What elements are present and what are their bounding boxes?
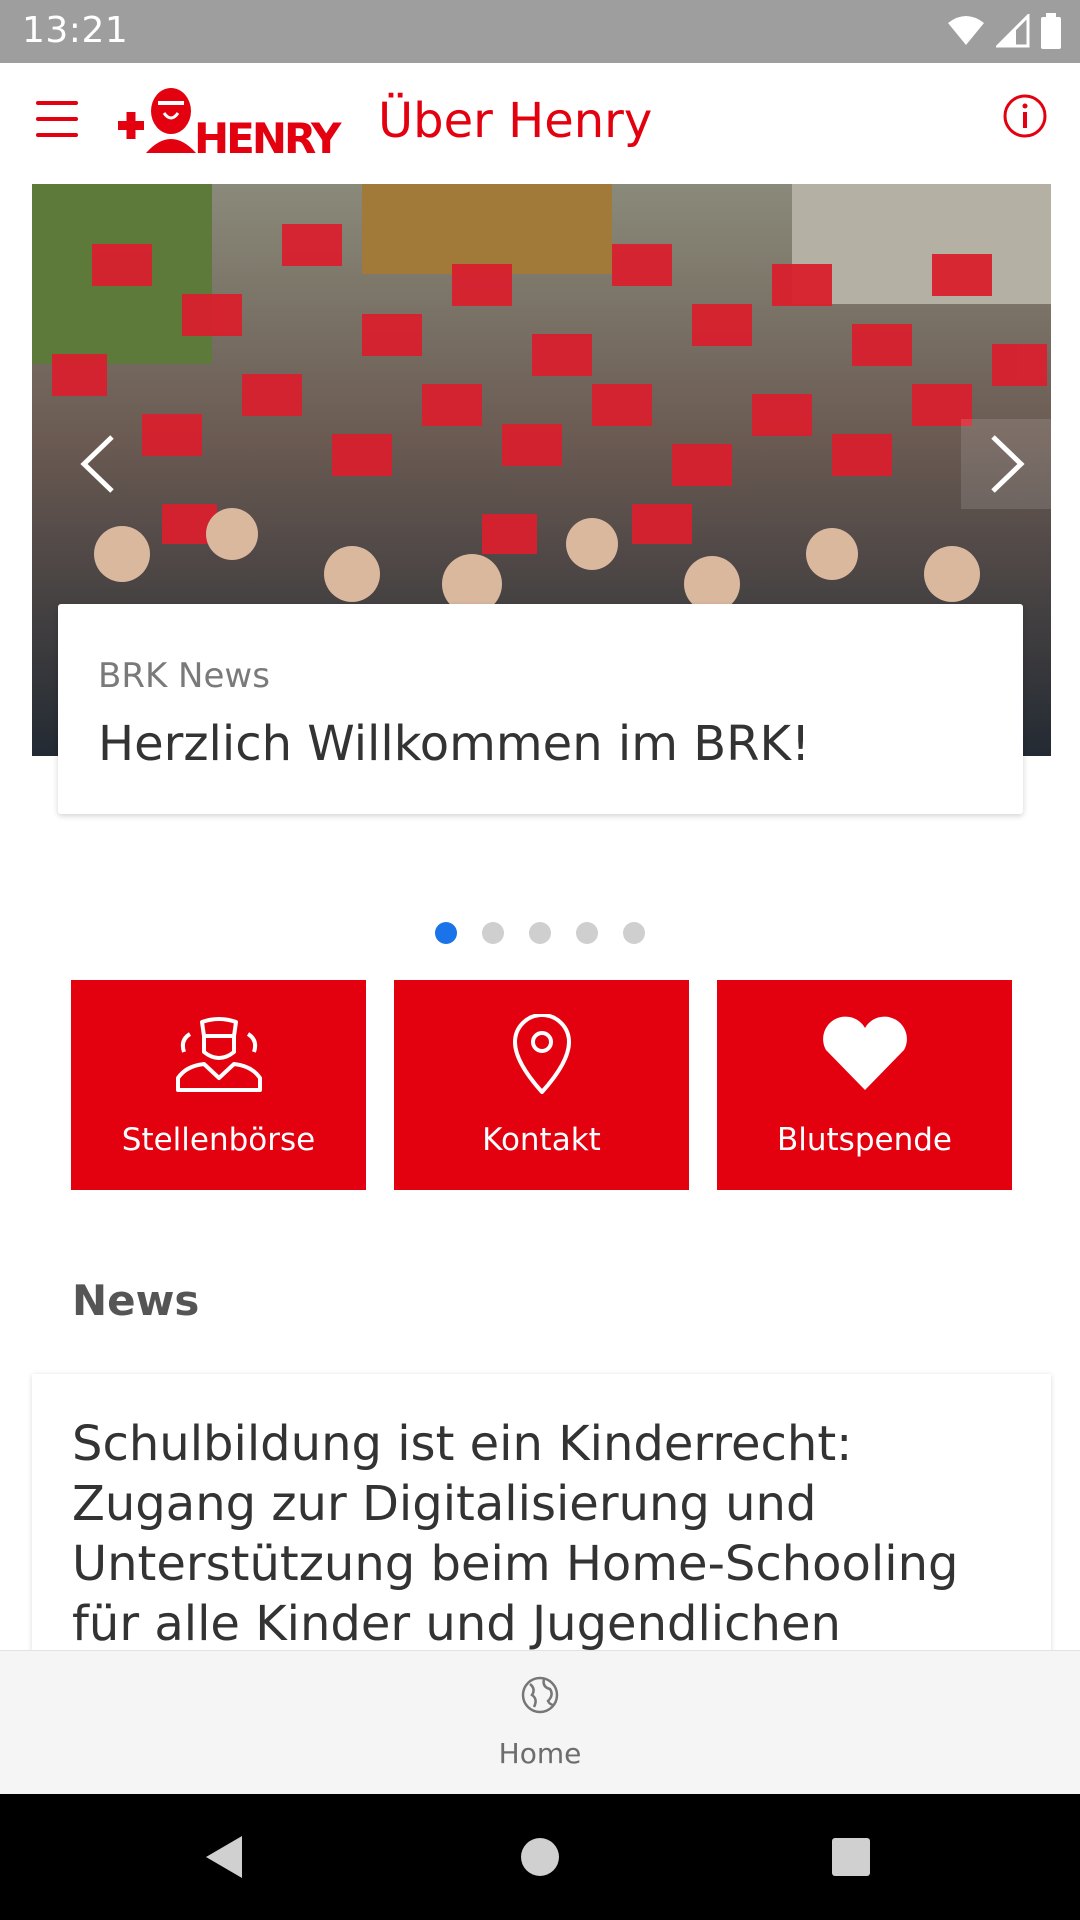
news-section-title: News [72, 1276, 200, 1325]
page-title: Über Henry [378, 93, 653, 149]
battery-icon [1041, 13, 1061, 49]
news-article-card[interactable]: Schulbildung ist ein Kinderrecht: Zugang… [32, 1374, 1051, 1674]
bottom-navigation: Home [0, 1650, 1080, 1794]
news-card-title: Herzlich Willkommen im BRK! [98, 716, 811, 772]
status-time: 13:21 [22, 10, 129, 51]
news-card-source: BRK News [98, 656, 270, 696]
signal-icon [996, 14, 1030, 48]
system-navigation-bar [0, 1794, 1080, 1920]
info-icon[interactable] [1002, 93, 1048, 139]
back-icon[interactable] [200, 1832, 250, 1882]
menu-button[interactable] [36, 101, 78, 137]
app-bar: HENRY Über Henry [0, 63, 1080, 178]
carousel-next-icon[interactable] [961, 419, 1051, 509]
tile-label: Kontakt [482, 1122, 601, 1158]
henry-logo[interactable]: HENRY [116, 81, 352, 159]
heart-icon [822, 1016, 907, 1090]
tile-kontakt[interactable]: Kontakt [394, 980, 689, 1190]
tile-label: Blutspende [777, 1122, 952, 1158]
article-title: Schulbildung ist ein Kinderrecht: Zugang… [72, 1416, 959, 1652]
status-icons [946, 13, 1062, 49]
carousel-dot[interactable] [576, 922, 598, 944]
wifi-icon [948, 16, 984, 45]
tab-home[interactable]: Home [480, 1651, 600, 1795]
carousel-dot[interactable] [435, 922, 457, 944]
recents-icon[interactable] [826, 1832, 876, 1882]
status-bar: 13:21 [0, 0, 1080, 63]
tile-label: Stellenbörse [121, 1122, 316, 1158]
globe-icon [521, 1676, 559, 1714]
carousel-prev-icon[interactable] [54, 419, 144, 509]
staff-icon [175, 1017, 262, 1092]
tile-stellenboerse[interactable]: Stellenbörse [71, 980, 366, 1190]
carousel-news-card[interactable]: BRK News Herzlich Willkommen im BRK! [58, 604, 1023, 814]
home-circle-icon[interactable] [515, 1832, 565, 1882]
tab-home-label: Home [498, 1737, 582, 1770]
svg-text:HENRY: HENRY [194, 114, 342, 159]
carousel-dot[interactable] [482, 922, 504, 944]
tile-blutspende[interactable]: Blutspende [717, 980, 1012, 1190]
carousel-dot[interactable] [623, 922, 645, 944]
carousel-pagination [0, 922, 1080, 946]
location-pin-icon [512, 1014, 571, 1094]
carousel-dot[interactable] [529, 922, 551, 944]
